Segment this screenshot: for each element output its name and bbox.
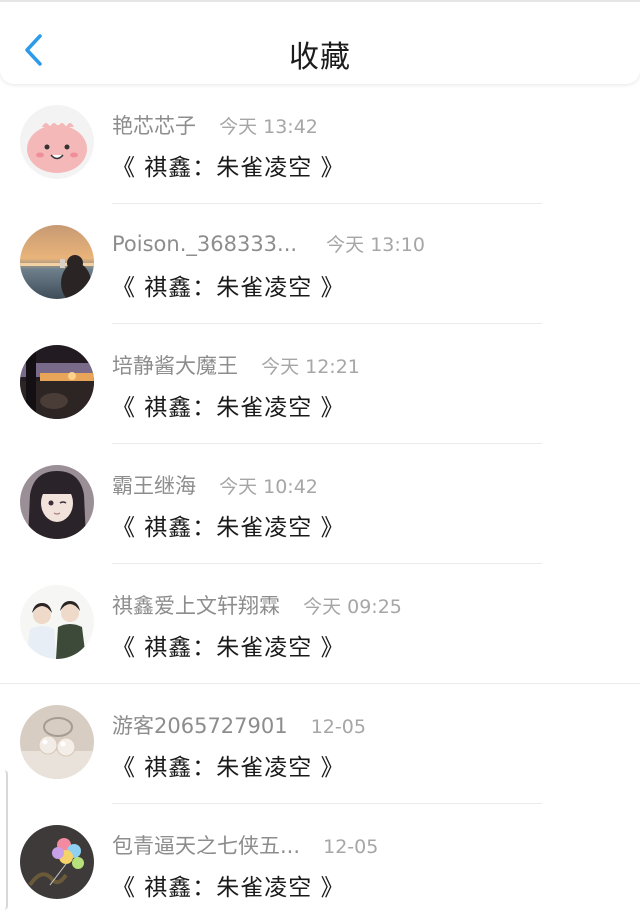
post-title[interactable]: 《 祺鑫：朱雀凌空 》 <box>112 508 345 542</box>
side-edge <box>0 770 8 910</box>
list-item[interactable]: 霸王继海 今天 10:42 《 祺鑫：朱雀凌空 》 <box>0 444 640 564</box>
avatar[interactable] <box>20 345 94 419</box>
username[interactable]: 培静酱大魔王 <box>112 354 238 378</box>
post-title[interactable]: 《 祺鑫：朱雀凌空 》 <box>112 148 345 182</box>
username[interactable]: 霸王继海 <box>112 474 196 498</box>
avatar[interactable] <box>20 825 94 899</box>
page-title: 收藏 <box>289 40 351 75</box>
avatar[interactable] <box>20 705 94 779</box>
favorites-list: 艳芯芯子 今天 13:42 《 祺鑫：朱雀凌空 》 Poison._368333… <box>0 84 640 924</box>
timestamp: 今天 09:25 <box>303 596 402 618</box>
username[interactable]: 包青逼天之七侠五... <box>112 834 300 858</box>
top-bar: 收藏 <box>0 0 640 84</box>
list-item[interactable]: Poison._368333... 今天 13:10 《 祺鑫：朱雀凌空 》 <box>0 204 640 324</box>
list-item[interactable]: 游客2065727901 12-05 《 祺鑫：朱雀凌空 》 <box>0 684 640 804</box>
item-meta: 包青逼天之七侠五... 12-05 <box>112 830 378 858</box>
list-item[interactable]: 培静酱大魔王 今天 12:21 《 祺鑫：朱雀凌空 》 <box>0 324 640 444</box>
timestamp: 今天 13:10 <box>326 234 425 256</box>
post-title[interactable]: 《 祺鑫：朱雀凌空 》 <box>112 868 345 902</box>
timestamp: 12-05 <box>310 716 366 738</box>
post-title[interactable]: 《 祺鑫：朱雀凌空 》 <box>112 268 345 302</box>
item-meta: 游客2065727901 12-05 <box>112 710 366 738</box>
post-title[interactable]: 《 祺鑫：朱雀凌空 》 <box>112 388 345 422</box>
post-title[interactable]: 《 祺鑫：朱雀凌空 》 <box>112 628 345 662</box>
item-meta: 祺鑫爱上文轩翔霖 今天 09:25 <box>112 590 402 618</box>
avatar[interactable] <box>20 585 94 659</box>
timestamp: 12-05 <box>323 836 379 858</box>
list-item[interactable]: 祺鑫爱上文轩翔霖 今天 09:25 《 祺鑫：朱雀凌空 》 <box>0 564 640 684</box>
item-meta: Poison._368333... 今天 13:10 <box>112 230 425 258</box>
username[interactable]: 游客2065727901 <box>112 714 288 738</box>
username[interactable]: Poison._368333... <box>112 232 297 256</box>
item-meta: 霸王继海 今天 10:42 <box>112 470 318 498</box>
item-meta: 艳芯芯子 今天 13:42 <box>112 110 318 138</box>
username[interactable]: 艳芯芯子 <box>112 114 196 138</box>
timestamp: 今天 10:42 <box>219 476 318 498</box>
avatar[interactable] <box>20 465 94 539</box>
post-title[interactable]: 《 祺鑫：朱雀凌空 》 <box>112 748 345 782</box>
timestamp: 今天 13:42 <box>219 116 318 138</box>
avatar[interactable] <box>20 225 94 299</box>
list-item[interactable]: 包青逼天之七侠五... 12-05 《 祺鑫：朱雀凌空 》 <box>0 804 640 924</box>
avatar[interactable] <box>20 105 94 179</box>
timestamp: 今天 12:21 <box>261 356 360 378</box>
list-item[interactable]: 艳芯芯子 今天 13:42 《 祺鑫：朱雀凌空 》 <box>0 84 640 204</box>
item-meta: 培静酱大魔王 今天 12:21 <box>112 350 360 378</box>
username[interactable]: 祺鑫爱上文轩翔霖 <box>112 594 280 618</box>
